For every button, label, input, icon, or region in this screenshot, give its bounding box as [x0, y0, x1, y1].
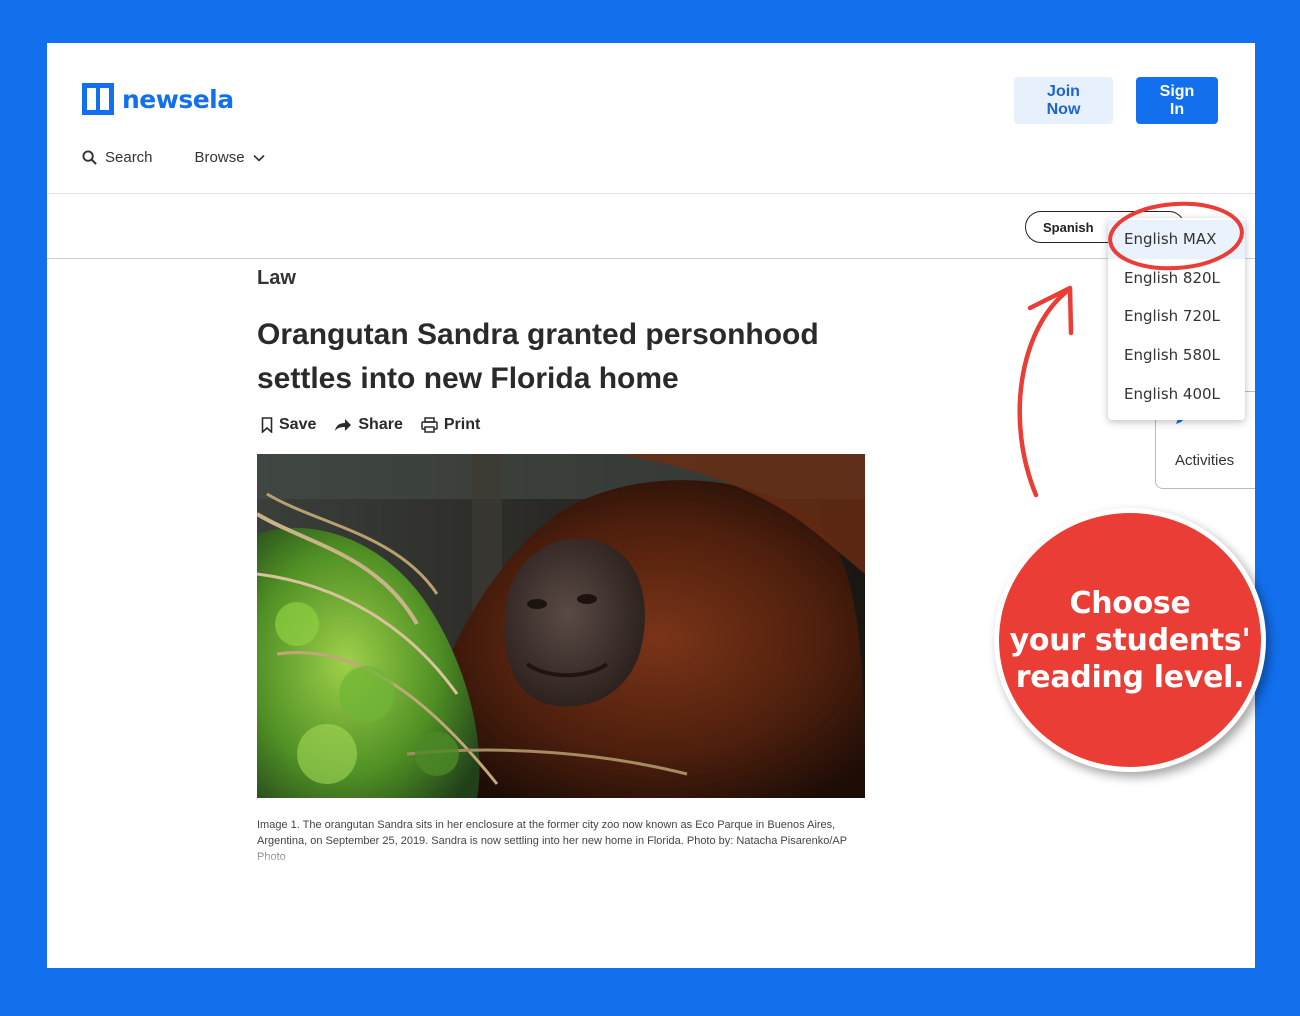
- printer-icon: [421, 417, 438, 433]
- logo-text: newsela: [122, 84, 234, 114]
- chevron-down-icon: [252, 154, 265, 162]
- article-actions: Save Share Print: [261, 416, 480, 434]
- share-icon: [335, 419, 352, 431]
- reading-level-option[interactable]: English 400L: [1108, 374, 1245, 413]
- browse-nav-item[interactable]: Browse: [195, 149, 265, 166]
- reading-level-dropdown: English MAX English 820L English 720L En…: [1108, 218, 1245, 420]
- search-label: Search: [105, 149, 153, 166]
- reading-level-option[interactable]: English 820L: [1108, 259, 1245, 298]
- save-label: Save: [279, 416, 317, 433]
- callout-badge: Choose your students' reading level.: [994, 508, 1266, 772]
- reading-level-option[interactable]: English 580L: [1108, 336, 1245, 375]
- search-nav-item[interactable]: Search: [82, 149, 153, 166]
- header-divider: [47, 193, 1255, 194]
- browser-frame: newsela Join Now Sign In Search Browse S…: [47, 43, 1255, 968]
- save-button[interactable]: Save: [261, 416, 316, 434]
- callout-text: Choose your students' reading level.: [1010, 585, 1251, 696]
- print-label: Print: [443, 416, 481, 433]
- callout-line: Choose: [1069, 585, 1191, 621]
- article-title: Orangutan Sandra granted personhood sett…: [257, 318, 819, 395]
- newsela-logo[interactable]: newsela: [82, 83, 234, 115]
- search-icon: [82, 150, 97, 165]
- join-now-button[interactable]: Join Now: [1014, 77, 1113, 124]
- share-label: Share: [358, 416, 403, 433]
- bookmark-icon: [261, 417, 273, 433]
- sign-in-button[interactable]: Sign In: [1136, 77, 1218, 124]
- activities-label: Activities: [1175, 452, 1235, 469]
- article-photo: [257, 454, 865, 798]
- newsela-logo-icon: [82, 83, 114, 115]
- reading-level-option[interactable]: English 720L: [1108, 297, 1245, 336]
- content-fade: [47, 843, 1255, 873]
- reading-level-option[interactable]: English MAX: [1108, 220, 1245, 259]
- main-nav: Search Browse: [82, 149, 265, 166]
- toolbar-divider: [47, 258, 1255, 259]
- share-button[interactable]: Share: [334, 416, 403, 434]
- article-section: Law: [257, 267, 296, 289]
- print-button[interactable]: Print: [421, 416, 480, 434]
- callout-line: reading level.: [1015, 659, 1245, 695]
- callout-line: your students': [1009, 622, 1251, 658]
- browse-label: Browse: [194, 149, 245, 166]
